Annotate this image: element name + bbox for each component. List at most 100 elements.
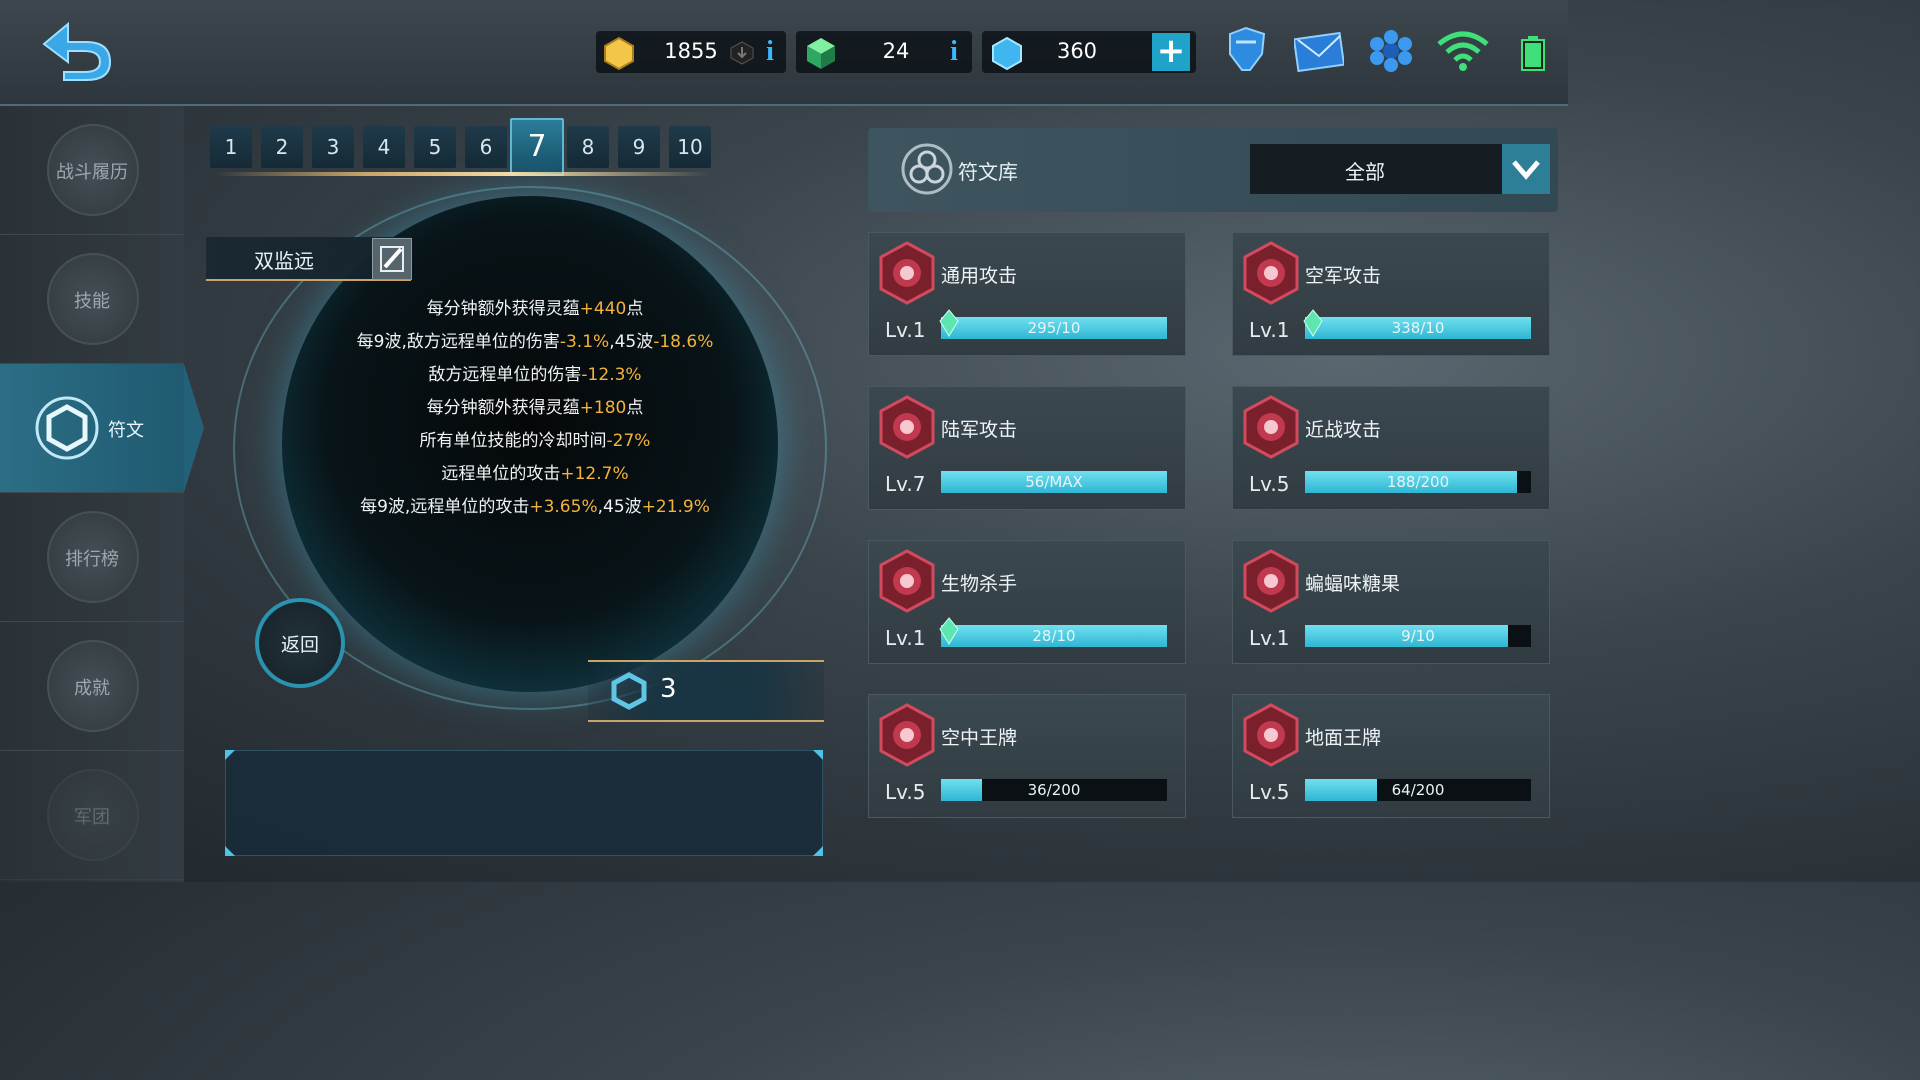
rune-progress-bar: 9/10 bbox=[1305, 625, 1531, 647]
rune-level: Lv.1 bbox=[885, 626, 926, 650]
rune-card[interactable]: 通用攻击 Lv.1 295/10 bbox=[868, 232, 1186, 356]
blade-emblem-icon bbox=[1243, 395, 1299, 459]
tab-4[interactable]: 4 bbox=[363, 126, 405, 168]
preset-name: 双监远 bbox=[254, 249, 314, 273]
battery-icon bbox=[1521, 36, 1545, 71]
rune-level: Lv.1 bbox=[1249, 626, 1290, 650]
rune-progress-bar: 295/10 bbox=[941, 317, 1167, 339]
rune-card[interactable]: 生物杀手 Lv.1 28/10 bbox=[868, 540, 1186, 664]
skull-emblem-icon bbox=[879, 241, 935, 305]
tab-8[interactable]: 8 bbox=[567, 126, 609, 168]
blue-crystal-icon bbox=[992, 36, 1022, 70]
tab-5[interactable]: 5 bbox=[414, 126, 456, 168]
sidebar-item-achievements[interactable]: 成就 bbox=[0, 622, 184, 751]
corner-marker bbox=[813, 750, 823, 760]
claw-emblem-icon bbox=[879, 549, 935, 613]
rune-level: Lv.5 bbox=[885, 780, 926, 804]
rune-card[interactable]: 陆军攻击 Lv.7 56/MAX bbox=[868, 386, 1186, 510]
rune-name: 陆军攻击 bbox=[941, 419, 1018, 441]
crystal-resource: 360 + bbox=[982, 31, 1196, 73]
sidebar-item-skills[interactable]: 技能 bbox=[0, 235, 184, 364]
rune-progress-bar: 56/MAX bbox=[941, 471, 1167, 493]
rune-count: 3 bbox=[660, 674, 677, 704]
sidebar-item-label: 符文 bbox=[108, 420, 144, 441]
rune-progress-text: 295/10 bbox=[1027, 319, 1081, 337]
rune-level: Lv.1 bbox=[1249, 318, 1290, 342]
upgrade-gem-icon bbox=[939, 309, 959, 337]
gold-info-button[interactable]: i bbox=[760, 35, 780, 69]
rune-card[interactable]: 空军攻击 Lv.1 338/10 bbox=[1232, 232, 1550, 356]
description-box bbox=[225, 750, 823, 856]
rune-progress-text: 338/10 bbox=[1391, 319, 1445, 337]
rune-filter-dropdown[interactable]: 全部 bbox=[1250, 144, 1550, 194]
tab-7[interactable]: 7 bbox=[510, 118, 564, 176]
wing-emblem-icon bbox=[879, 703, 935, 767]
rune-name: 蝙蝠味糖果 bbox=[1305, 573, 1401, 595]
cube-resource: 24 i bbox=[796, 31, 972, 73]
gold-value: 1855 bbox=[664, 39, 718, 63]
back-arrow-button[interactable] bbox=[38, 18, 114, 82]
corner-marker bbox=[225, 846, 235, 856]
rune-effects-list: 每分钟额外获得灵蕴+440点 每9波,敌方远程单位的伤害-3.1%,45波-18… bbox=[300, 294, 770, 525]
download-icon bbox=[730, 41, 754, 65]
rune-name: 空中王牌 bbox=[941, 727, 1018, 749]
rune-level: Lv.7 bbox=[885, 472, 926, 496]
sidebar-item-legion[interactable]: 军团 bbox=[0, 751, 184, 880]
tab-9[interactable]: 9 bbox=[618, 126, 660, 168]
sidebar-item-battle-history[interactable]: 战斗履历 bbox=[0, 106, 184, 235]
cube-value: 24 bbox=[882, 39, 910, 63]
ground-emblem-icon bbox=[1243, 703, 1299, 767]
rune-name: 生物杀手 bbox=[941, 573, 1018, 595]
rune-card[interactable]: 地面王牌 Lv.5 64/200 bbox=[1232, 694, 1550, 818]
edit-name-button[interactable] bbox=[372, 238, 412, 280]
chevron-down-icon bbox=[1502, 144, 1550, 194]
sidebar-item-runes[interactable]: 符文 bbox=[0, 364, 184, 493]
mail-icon[interactable] bbox=[1294, 30, 1344, 74]
rune-progress-bar: 28/10 bbox=[941, 625, 1167, 647]
rune-count-bar: 3 bbox=[588, 660, 824, 722]
gold-hexagon-icon bbox=[604, 36, 634, 70]
jet-emblem-icon bbox=[1243, 241, 1299, 305]
rune-progress-text: 9/10 bbox=[1401, 627, 1435, 645]
bat-emblem-icon bbox=[1243, 549, 1299, 613]
rune-level: Lv.5 bbox=[1249, 780, 1290, 804]
effect-line: 所有单位技能的冷却时间-27% bbox=[419, 431, 651, 451]
effect-line: 每分钟额外获得灵蕴+440点 bbox=[426, 299, 644, 319]
effect-line: 每9波,远程单位的攻击+3.65%,45波+21.9% bbox=[360, 497, 710, 517]
cube-info-button[interactable]: i bbox=[944, 35, 964, 69]
upgrade-gem-icon bbox=[939, 617, 959, 645]
rune-hexagon-icon bbox=[611, 672, 647, 710]
sidebar-item-label: 成就 bbox=[74, 678, 110, 699]
tank-emblem-icon bbox=[879, 395, 935, 459]
rune-level: Lv.5 bbox=[1249, 472, 1290, 496]
rune-progress-text: 188/200 bbox=[1386, 473, 1450, 491]
gold-resource: 1855 i bbox=[596, 31, 786, 73]
rune-card[interactable]: 空中王牌 Lv.5 36/200 bbox=[868, 694, 1186, 818]
rune-name: 通用攻击 bbox=[941, 265, 1018, 287]
sidebar-item-label: 战斗履历 bbox=[56, 162, 128, 183]
rune-name: 地面王牌 bbox=[1305, 727, 1382, 749]
tab-6[interactable]: 6 bbox=[465, 126, 507, 168]
tab-1[interactable]: 1 bbox=[210, 126, 252, 168]
green-cube-icon bbox=[807, 38, 835, 69]
rune-card[interactable]: 蝙蝠味糖果 Lv.1 9/10 bbox=[1232, 540, 1550, 664]
effect-line: 每分钟额外获得灵蕴+180点 bbox=[426, 398, 644, 418]
tab-2[interactable]: 2 bbox=[261, 126, 303, 168]
rune-card[interactable]: 近战攻击 Lv.5 188/200 bbox=[1232, 386, 1550, 510]
tab-3[interactable]: 3 bbox=[312, 126, 354, 168]
rune-progress-bar: 188/200 bbox=[1305, 471, 1531, 493]
sidebar-item-label: 军团 bbox=[74, 807, 110, 828]
rune-name: 近战攻击 bbox=[1305, 419, 1382, 441]
sidebar-item-leaderboard[interactable]: 排行榜 bbox=[0, 493, 184, 622]
settings-icon[interactable] bbox=[1368, 28, 1414, 74]
tab-10[interactable]: 10 bbox=[669, 126, 711, 168]
sidebar: 战斗履历 技能 符文 排行榜 成就 军团 bbox=[0, 106, 184, 882]
helmet-icon[interactable] bbox=[1222, 24, 1270, 78]
rune-name: 空军攻击 bbox=[1305, 265, 1382, 287]
back-arrow-icon bbox=[42, 21, 112, 81]
rune-progress-bar: 64/200 bbox=[1305, 779, 1531, 801]
return-button[interactable]: 返回 bbox=[255, 598, 345, 688]
add-crystal-button[interactable]: + bbox=[1152, 33, 1190, 71]
crystal-value: 360 bbox=[1056, 39, 1098, 63]
effect-line: 远程单位的攻击+12.7% bbox=[441, 464, 629, 484]
